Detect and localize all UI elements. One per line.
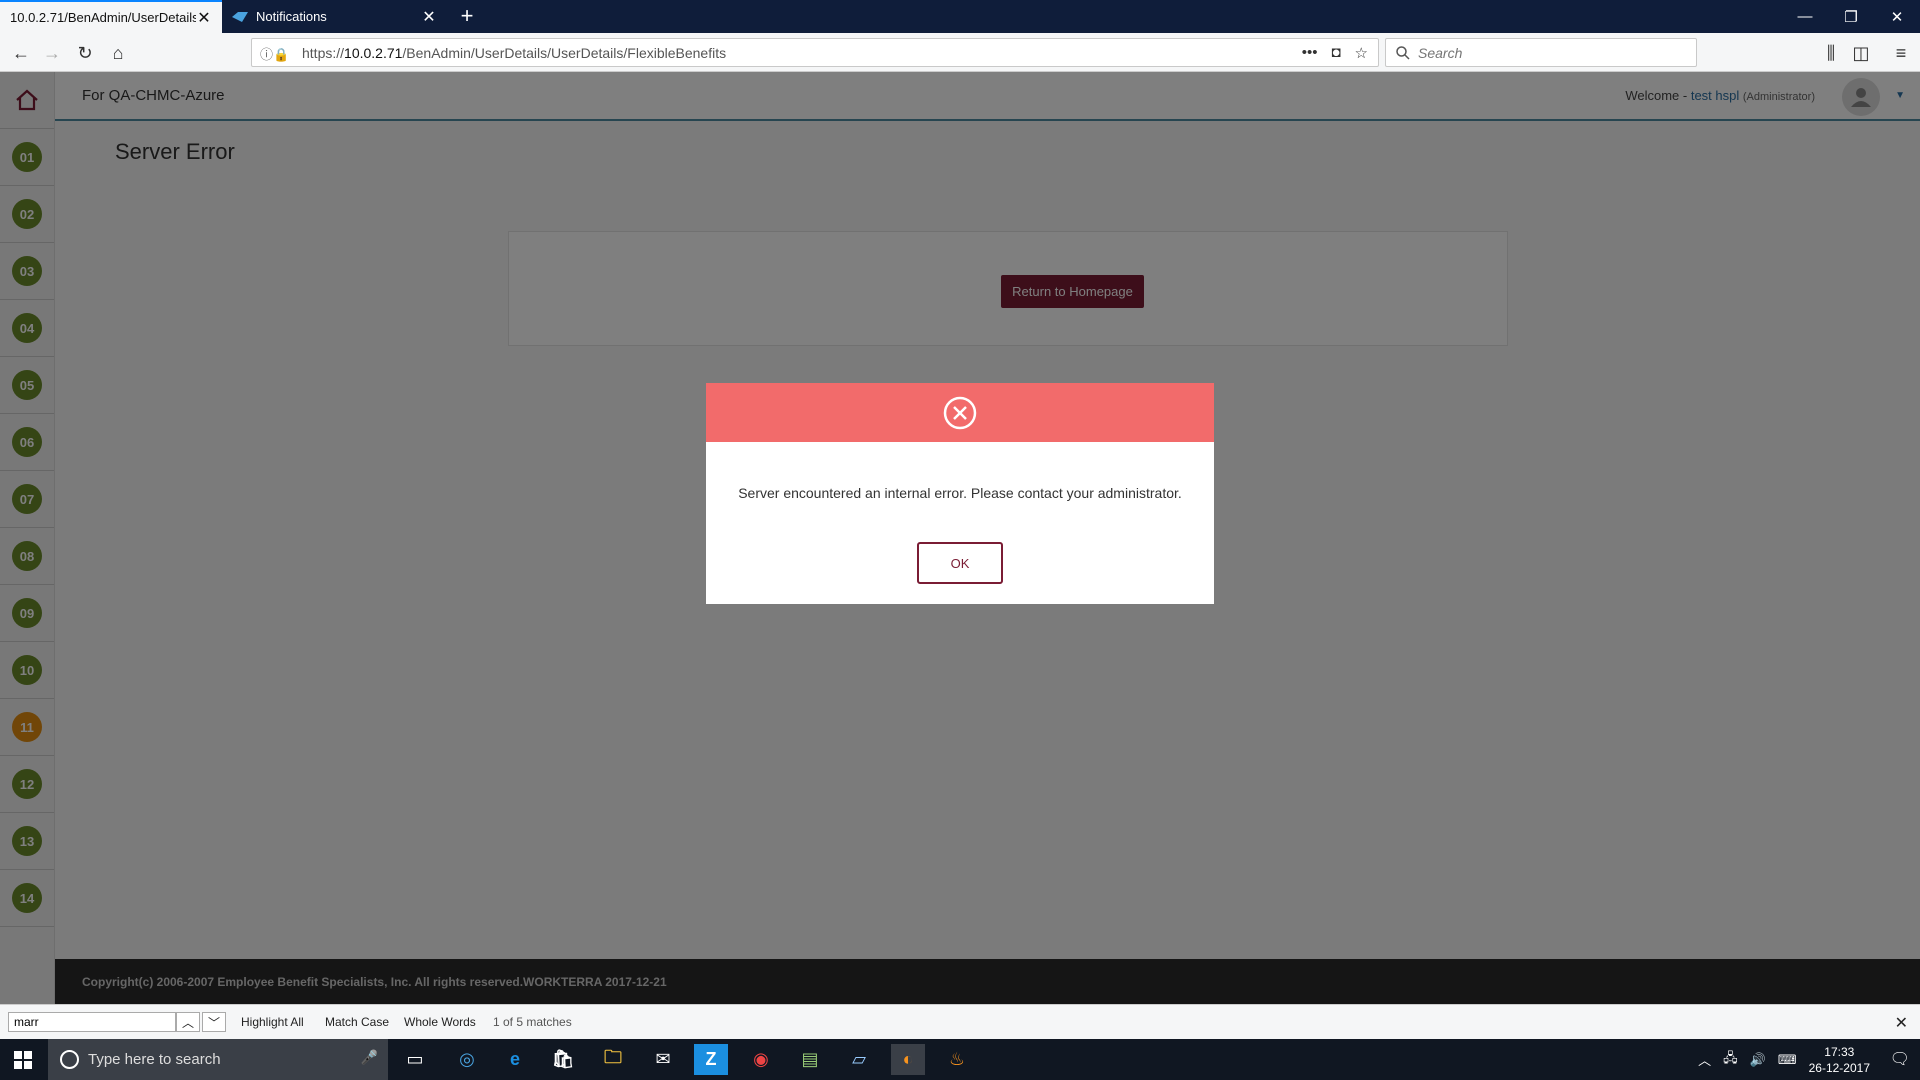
find-previous-button[interactable]: ︿ [176, 1012, 200, 1032]
url-prefix: https:// [302, 44, 345, 61]
url-bar[interactable]: ⓘ🔒 https://10.0.2.71/BenAdmin/UserDetail… [251, 38, 1379, 67]
find-close-icon[interactable]: ✕ [1895, 1013, 1908, 1033]
cortana-icon [60, 1050, 79, 1069]
modal-header [706, 383, 1214, 442]
firefox-icon[interactable]: ◐ [891, 1044, 925, 1075]
sidebar-toggle-icon[interactable]: ◫ [1848, 40, 1874, 66]
new-tab-button[interactable]: + [455, 4, 479, 28]
error-modal: Server encountered an internal error. Pl… [706, 383, 1214, 604]
highlight-all-option[interactable]: Highlight All [241, 1015, 304, 1029]
browser-navbar: ← → ↻ ⌂ ⓘ🔒 https://10.0.2.71/BenAdmin/Us… [0, 33, 1920, 72]
find-next-button[interactable]: ﹀ [202, 1012, 226, 1032]
start-button[interactable] [0, 1039, 46, 1080]
tab-active[interactable]: 10.0.2.71/BenAdmin/UserDetails/Us ✕ [0, 0, 222, 33]
system-tray: ︿ 🖧 🔊 ⌨ 17:33 26-12-2017 [1698, 1039, 1870, 1080]
taskbar-search[interactable]: Type here to search 🎤 [48, 1039, 388, 1080]
microphone-icon[interactable]: 🎤 [361, 1049, 378, 1066]
url-path: /BenAdmin/UserDetails/UserDetails/Flexib… [402, 44, 727, 61]
safari-icon[interactable]: ◎ [450, 1044, 484, 1075]
tab-close-icon[interactable]: ✕ [196, 8, 212, 28]
url-text[interactable]: https://10.0.2.71/BenAdmin/UserDetails/U… [302, 45, 1302, 61]
volume-icon[interactable]: 🔊 [1750, 1052, 1766, 1068]
forward-button[interactable]: → [39, 40, 65, 66]
file-explorer-icon[interactable]: 🗀 [596, 1044, 630, 1075]
mail-icon[interactable]: ✉ [646, 1044, 680, 1075]
pocket-icon[interactable]: ◘ [1331, 44, 1340, 62]
edge-icon[interactable]: e [498, 1044, 532, 1075]
find-status: 1 of 5 matches [493, 1015, 572, 1029]
search-icon [1396, 45, 1410, 60]
notes-icon[interactable]: ▱ [842, 1044, 876, 1075]
notifications-favicon-icon [232, 11, 248, 22]
find-bar: ︿ ﹀ Highlight All Match Case Whole Words… [0, 1004, 1920, 1039]
error-x-icon [943, 396, 977, 429]
task-view-icon[interactable]: ▭ [398, 1044, 432, 1075]
clock[interactable]: 17:33 26-12-2017 [1809, 1044, 1870, 1076]
browser-titlebar: 10.0.2.71/BenAdmin/UserDetails/Us ✕ Noti… [0, 0, 1920, 33]
bookmark-star-icon[interactable]: ☆ [1355, 44, 1368, 62]
tab-title: Notifications [256, 9, 327, 24]
taskbar-search-placeholder: Type here to search [88, 1051, 221, 1068]
action-center-icon[interactable]: 🗨 [1890, 1049, 1910, 1069]
close-window-button[interactable]: ✕ [1874, 0, 1920, 33]
archive-icon[interactable]: ▤ [793, 1044, 827, 1075]
home-button[interactable]: ⌂ [105, 40, 131, 66]
taskbar: Type here to search 🎤 ▭ ◎ e 🛍 🗀 ✉ Z ◉ ▤ … [0, 1039, 1920, 1080]
menu-icon[interactable]: ≡ [1888, 40, 1914, 66]
ok-button[interactable]: OK [917, 542, 1003, 584]
chrome-icon[interactable]: ◉ [744, 1044, 778, 1075]
windows-logo-icon [14, 1050, 32, 1069]
page-actions-icon[interactable]: ••• [1302, 44, 1318, 62]
browser-search-bar[interactable] [1385, 38, 1697, 67]
network-icon[interactable]: 🖧 [1723, 1049, 1738, 1071]
reload-button[interactable]: ↻ [72, 40, 98, 66]
url-host: 10.0.2.71 [344, 44, 403, 61]
site-info-icon[interactable]: ⓘ🔒 [260, 44, 289, 63]
clock-time: 17:33 [1824, 1044, 1855, 1059]
keyboard-icon[interactable]: ⌨ [1778, 1052, 1797, 1068]
restore-button[interactable]: ❐ [1828, 0, 1874, 33]
browser-search-input[interactable] [1418, 44, 1678, 61]
whole-words-option[interactable]: Whole Words [404, 1015, 476, 1029]
tray-expand-icon[interactable]: ︿ [1698, 1050, 1711, 1069]
zoho-icon[interactable]: Z [694, 1044, 728, 1075]
library-icon[interactable]: ⫼ [1818, 40, 1844, 66]
firefox-nightly-icon[interactable]: ♨ [940, 1044, 974, 1075]
tab-title: 10.0.2.71/BenAdmin/UserDetails/Us [10, 10, 196, 25]
tab-close-icon[interactable]: ✕ [421, 7, 437, 27]
match-case-option[interactable]: Match Case [325, 1015, 389, 1029]
store-icon[interactable]: 🛍 [546, 1044, 580, 1075]
tab-notifications[interactable]: Notifications ✕ [222, 0, 447, 33]
modal-message: Server encountered an internal error. Pl… [738, 485, 1182, 501]
back-button[interactable]: ← [8, 40, 34, 66]
minimize-button[interactable]: — [1782, 0, 1828, 33]
clock-date: 26-12-2017 [1808, 1060, 1870, 1075]
find-input[interactable] [8, 1012, 176, 1032]
